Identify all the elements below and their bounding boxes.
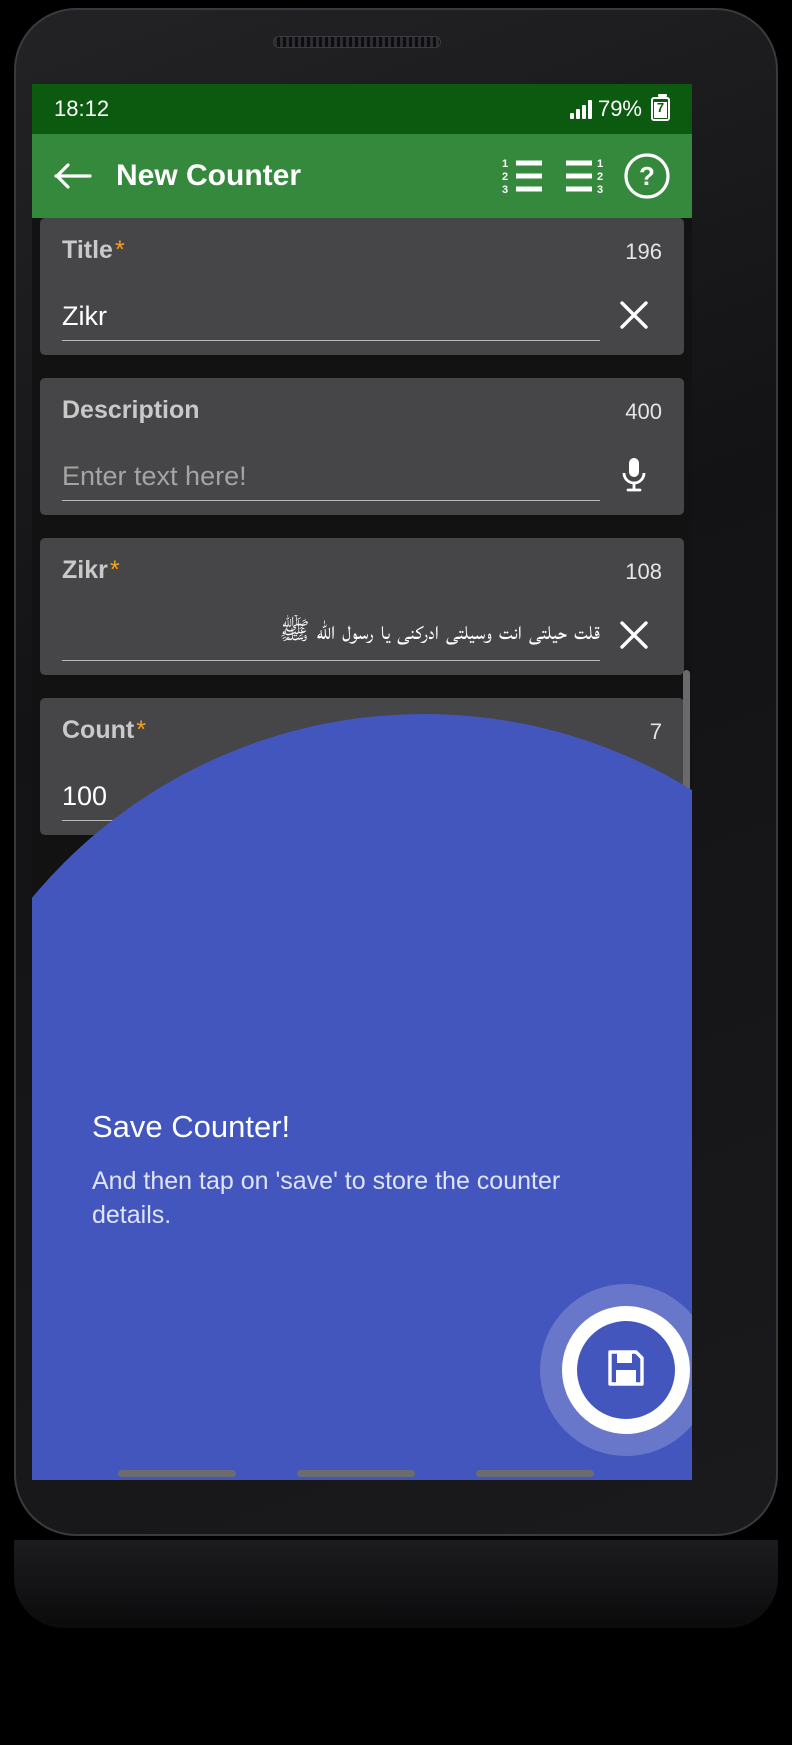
description-input[interactable]: Enter text here! xyxy=(62,461,600,501)
clear-x-icon[interactable] xyxy=(606,291,662,339)
svg-text:1: 1 xyxy=(502,158,508,170)
required-marker: * xyxy=(114,236,125,264)
field-row: قلت حيلتى انت وسيلتى ادركنى يا رسول الله… xyxy=(62,611,662,661)
field-header: Title* 196 xyxy=(62,236,662,265)
field-header: Count* 7 xyxy=(62,716,662,745)
nav-back-pill[interactable] xyxy=(476,1470,594,1477)
status-time: 18:12 xyxy=(54,96,110,121)
help-circle-icon[interactable]: ? xyxy=(618,147,676,205)
clear-x-icon[interactable] xyxy=(606,771,662,819)
speaker-grille-icon xyxy=(273,36,441,48)
field-row: Enter text here! xyxy=(62,451,662,501)
phone-shell: 18:12 79% 7 New Counter 1 2 3 1 2 3 ? Ti… xyxy=(0,0,792,1745)
field-label: Title xyxy=(62,236,113,264)
list-numbers-left-icon[interactable]: 123 xyxy=(494,147,552,205)
nav-home-pill[interactable] xyxy=(297,1470,415,1477)
signal-bars-icon xyxy=(569,99,592,119)
char-counter: 7 xyxy=(649,719,662,744)
battery-level-text: 7 xyxy=(656,100,665,115)
field-card-description: Description 400 Enter text here! xyxy=(40,378,684,515)
field-header: Description 400 xyxy=(62,396,662,425)
phone-screen: 18:12 79% 7 New Counter 1 2 3 1 2 3 ? Ti… xyxy=(32,84,692,1480)
svg-text:2: 2 xyxy=(597,171,603,183)
field-label-row: Count* xyxy=(62,716,146,745)
clear-x-icon[interactable] xyxy=(606,611,662,659)
char-counter: 196 xyxy=(625,239,662,264)
svg-text:2: 2 xyxy=(502,171,508,183)
field-label: Zikr xyxy=(62,556,108,584)
list-numbers-right-icon[interactable]: 123 xyxy=(556,147,614,205)
char-counter: 400 xyxy=(625,399,662,424)
field-header: Zikr* 108 xyxy=(62,556,662,585)
field-row: Zikr xyxy=(62,291,662,341)
field-card-count: Count* 7 100 xyxy=(40,698,684,835)
app-bar: New Counter 123 1 2 3 ? xyxy=(32,134,692,218)
field-label-row: Title* xyxy=(62,236,125,265)
field-card-title: Title* 196 Zikr xyxy=(40,218,684,355)
page-title: New Counter xyxy=(116,159,302,192)
microphone-icon[interactable] xyxy=(606,451,662,499)
svg-text:3: 3 xyxy=(502,184,508,196)
svg-text:3: 3 xyxy=(597,184,603,196)
field-label-row: Zikr* xyxy=(62,556,120,585)
counter-form: Title* 196 Zikr Description 400 Enter te… xyxy=(32,218,692,1480)
required-marker: * xyxy=(109,556,120,584)
vertical-scrollbar[interactable] xyxy=(683,670,690,970)
svg-text:1: 1 xyxy=(597,158,603,170)
char-counter: 108 xyxy=(625,559,662,584)
back-arrow-icon[interactable] xyxy=(48,150,100,202)
title-input[interactable]: Zikr xyxy=(62,301,600,341)
status-indicators: 79% 7 xyxy=(569,94,670,122)
status-bar: 18:12 79% 7 xyxy=(32,84,692,134)
battery-percent-label: 79% xyxy=(597,96,642,121)
field-label-row: Description xyxy=(62,396,200,425)
field-label: Description xyxy=(62,396,200,424)
nav-recents-pill[interactable] xyxy=(118,1470,236,1477)
count-input[interactable]: 100 xyxy=(62,781,600,821)
required-marker: * xyxy=(136,716,146,744)
battery-icon: 7 xyxy=(651,94,670,121)
field-row: 100 xyxy=(62,771,662,821)
field-label: Count xyxy=(62,716,135,744)
zikr-input[interactable]: قلت حيلتى انت وسيلتى ادركنى يا رسول الله… xyxy=(62,615,600,661)
phone-bottom-chin xyxy=(14,1540,778,1628)
field-card-zikr: Zikr* 108 قلت حيلتى انت وسيلتى ادركنى يا… xyxy=(40,538,684,675)
svg-text:?: ? xyxy=(639,161,655,191)
